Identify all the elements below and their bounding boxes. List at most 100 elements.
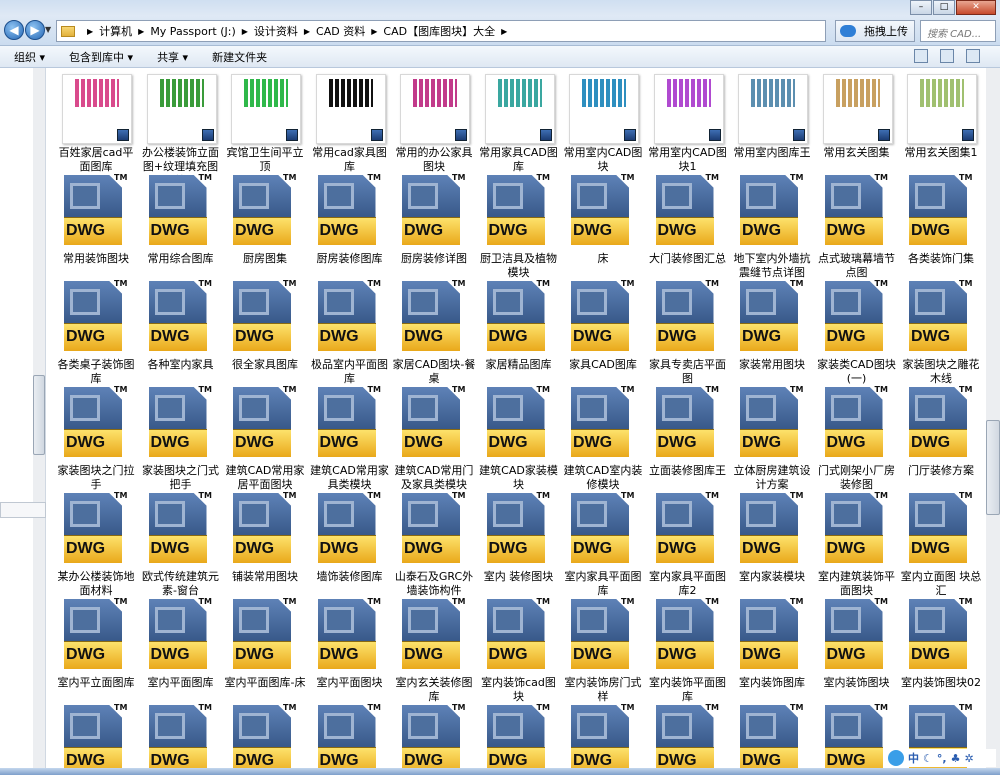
file-item[interactable]: 常用室内CAD图块: [557, 68, 642, 173]
share-menu[interactable]: 共享 ▾: [157, 49, 188, 65]
search-input[interactable]: 搜索 CAD...: [920, 20, 996, 42]
file-item[interactable]: DWG TM 家装图块之门拉手: [50, 382, 135, 491]
settings-icon[interactable]: ✲: [964, 752, 973, 765]
file-item[interactable]: DWG TM 室内家具平面图库2: [642, 488, 726, 597]
breadcrumb-item[interactable]: 设计资料 ▶: [254, 23, 310, 39]
navigation-scroll-thumb[interactable]: [33, 375, 45, 455]
maximize-button[interactable]: □: [933, 0, 955, 15]
moon-icon[interactable]: ☾: [923, 752, 933, 765]
file-item[interactable]: DWG TM 建筑CAD常用门及家具类模块: [388, 382, 474, 491]
pane-splitter[interactable]: [0, 502, 46, 518]
file-item[interactable]: DWG TM 各类装饰门集: [895, 170, 979, 276]
file-item[interactable]: DWG TM 各种室内家具: [135, 276, 219, 382]
file-item[interactable]: DWG TM: [135, 700, 219, 768]
forward-icon[interactable]: ▶: [25, 20, 45, 40]
file-item[interactable]: DWG TM 建筑CAD常用家具类模块: [304, 382, 389, 491]
file-item[interactable]: DWG TM 大门装修图汇总: [642, 170, 726, 276]
file-item[interactable]: DWG TM: [388, 700, 472, 768]
file-item[interactable]: DWG TM: [219, 700, 303, 768]
file-item[interactable]: DWG TM: [557, 700, 641, 768]
file-item[interactable]: DWG TM 家装图块之雕花木线: [895, 276, 980, 385]
back-icon[interactable]: ◀: [4, 20, 24, 40]
file-item[interactable]: DWG TM 建筑CAD室内装修模块: [557, 382, 643, 491]
file-item[interactable]: 百姓家居cad平面图库: [50, 68, 134, 173]
file-item[interactable]: DWG TM 门厅装修方案: [895, 382, 979, 488]
breadcrumb-arrow-icon[interactable]: ▶: [81, 27, 93, 36]
file-item[interactable]: DWG TM 家装常用图块: [726, 276, 810, 382]
file-item[interactable]: 常用室内CAD图块1: [642, 68, 727, 173]
file-item[interactable]: DWG TM: [473, 700, 557, 768]
file-item[interactable]: DWG TM 家装图块之门式把手: [135, 382, 219, 491]
file-item[interactable]: DWG TM 室内平面图库-床: [219, 594, 306, 700]
file-item[interactable]: 办公楼装饰立面图+纹理填充图块: [135, 68, 219, 187]
file-item[interactable]: DWG TM 铺装常用图块: [219, 488, 303, 594]
file-item[interactable]: DWG TM 床: [557, 170, 641, 276]
file-item[interactable]: DWG TM 室内平立面图库: [50, 594, 135, 700]
file-item[interactable]: DWG TM 室内装饰图块: [811, 594, 895, 700]
address-bar[interactable]: ▶ 计算机 ▶ My Passport (J:) ▶ 设计资料 ▶ CAD 资料 ▶ C…: [56, 20, 826, 42]
file-item[interactable]: DWG TM 家居CAD图块-餐桌: [388, 276, 476, 385]
file-item[interactable]: DWG TM 建筑CAD常用家居平面图块: [219, 382, 305, 491]
file-item[interactable]: DWG TM 厨房装修图库: [304, 170, 388, 276]
file-item[interactable]: DWG TM 家居精品图库: [473, 276, 557, 382]
file-item[interactable]: DWG TM 家装类CAD图块(一): [811, 276, 896, 385]
file-item[interactable]: DWG TM 立体厨房建筑设计方案: [726, 382, 811, 491]
file-item[interactable]: DWG TM 室内家具平面图库: [557, 488, 642, 597]
file-item[interactable]: DWG TM 建筑CAD家装模块: [473, 382, 558, 491]
file-item[interactable]: DWG TM 室内装饰cad图块: [473, 594, 557, 703]
file-item[interactable]: DWG TM 立面装修图库王: [642, 382, 726, 488]
file-item[interactable]: DWG TM 家具专卖店平面图: [642, 276, 726, 385]
file-item[interactable]: DWG TM 厨房图集: [219, 170, 303, 276]
file-item[interactable]: DWG TM 地下室内外墙抗震缝节点详图: [726, 170, 811, 279]
file-item[interactable]: DWG TM: [726, 700, 810, 768]
file-item[interactable]: DWG TM 室内立面图 块总汇: [895, 488, 982, 597]
file-item[interactable]: DWG TM 室内装饰平面图库: [642, 594, 726, 703]
file-item[interactable]: DWG TM: [50, 700, 134, 768]
minimize-button[interactable]: –: [910, 0, 932, 15]
file-item[interactable]: DWG TM 室内玄关装修图库: [388, 594, 473, 703]
breadcrumb-item[interactable]: CAD 资料 ▶: [316, 23, 377, 39]
file-item[interactable]: DWG TM 山泰石及GRC外墙装饰构件: [388, 488, 473, 597]
file-item[interactable]: 常用cad家具图库: [304, 68, 388, 173]
file-item[interactable]: DWG TM 常用综合图库: [135, 170, 219, 276]
file-item[interactable]: 常用室内图库王: [726, 68, 811, 170]
view-options-icon[interactable]: [914, 49, 928, 63]
file-item[interactable]: DWG TM: [304, 700, 388, 768]
organize-menu[interactable]: 组织 ▾: [14, 49, 45, 65]
file-item[interactable]: 常用玄关图集: [811, 68, 895, 170]
file-item[interactable]: DWG TM 室内装饰房门式样: [557, 594, 642, 703]
punctuation-icon[interactable]: °,: [937, 752, 947, 765]
file-item[interactable]: DWG TM: [811, 700, 895, 768]
file-item[interactable]: DWG TM 墙饰装修图库: [304, 488, 388, 594]
file-item[interactable]: DWG TM 室内家装模块: [726, 488, 810, 594]
file-item[interactable]: DWG TM 门式刚架小厂房装修图: [811, 382, 895, 491]
file-item[interactable]: DWG TM 室内平面图块: [304, 594, 388, 700]
help-icon[interactable]: [966, 49, 980, 63]
file-item[interactable]: DWG TM 某办公楼装饰地面材料: [50, 488, 135, 597]
breadcrumb-item[interactable]: CAD【图库图块】大全 ▶: [383, 23, 507, 39]
file-item[interactable]: 常用的办公家具图块: [388, 68, 473, 173]
preview-pane-icon[interactable]: [940, 49, 954, 63]
ime-mode-label[interactable]: 中: [908, 750, 919, 766]
file-item[interactable]: DWG TM 室内建筑装饰平面图块: [811, 488, 895, 597]
include-in-library-menu[interactable]: 包含到库中 ▾: [69, 49, 133, 65]
content-scroll-thumb[interactable]: [986, 420, 1000, 515]
file-item[interactable]: DWG TM 点式玻璃幕墙节点图: [811, 170, 895, 279]
file-item[interactable]: DWG TM 很全家具图库: [219, 276, 303, 382]
file-item[interactable]: 常用玄关图集1: [895, 68, 979, 170]
file-item[interactable]: DWG TM 室内 装修图块: [473, 488, 557, 594]
breadcrumb-item[interactable]: 计算机 ▶: [99, 23, 144, 39]
shirt-icon[interactable]: ♣: [951, 752, 961, 765]
file-item[interactable]: DWG TM 欧式传统建筑元素-窗台: [135, 488, 219, 597]
file-item[interactable]: DWG TM 室内装饰图库: [726, 594, 810, 700]
file-item[interactable]: 常用家具CAD图库: [473, 68, 558, 173]
close-button[interactable]: ✕: [956, 0, 996, 15]
new-folder-button[interactable]: 新建文件夹: [212, 49, 267, 65]
file-item[interactable]: DWG TM 常用装饰图块: [50, 170, 134, 276]
file-item[interactable]: DWG TM: [642, 700, 726, 768]
history-dropdown-icon[interactable]: ▼: [45, 25, 51, 34]
upload-button[interactable]: 拖拽上传: [835, 20, 915, 42]
file-item[interactable]: DWG TM 各类桌子装饰图库: [50, 276, 135, 385]
breadcrumb-item[interactable]: My Passport (J:) ▶: [150, 25, 248, 38]
file-item[interactable]: DWG TM 厨房装修详图: [388, 170, 472, 276]
